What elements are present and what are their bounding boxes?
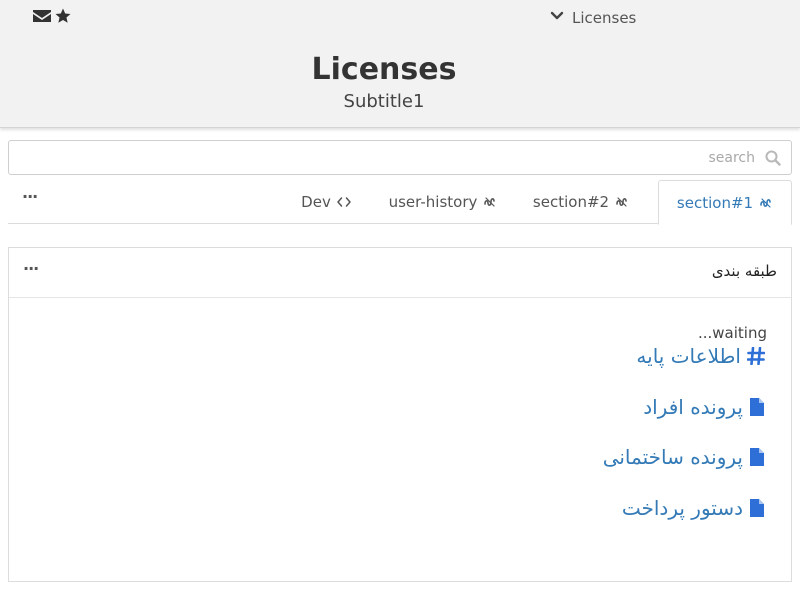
list-item-base-info[interactable]: اطلاعات پایه: [636, 344, 765, 368]
header: Licenses Licenses Subtitle1: [0, 0, 800, 128]
api-icon: [759, 196, 773, 210]
search-box: [8, 140, 792, 175]
tab-label: user-history: [388, 193, 478, 211]
list-item-payment-order[interactable]: دستور پرداخت: [622, 496, 765, 520]
envelope-icon[interactable]: [32, 6, 52, 26]
panel-title: طبقه بندی: [711, 262, 777, 280]
panel-more-icon[interactable]: ···: [23, 261, 39, 277]
category-panel: ··· طبقه بندی ...waiting اطلاعات پایه پر…: [8, 247, 792, 582]
code-icon: [337, 196, 351, 208]
star-icon[interactable]: [54, 7, 72, 25]
licenses-nav-dropdown[interactable]: Licenses: [550, 9, 636, 27]
api-icon: [483, 195, 497, 209]
search-input[interactable]: [9, 141, 791, 174]
tab-label: section#2: [532, 193, 610, 211]
tab-user-history[interactable]: user-history: [380, 180, 506, 224]
panel-header: ··· طبقه بندی: [9, 248, 791, 298]
list-item-building-file[interactable]: پرونده ساختمانی: [603, 445, 765, 469]
tab-bar: ··· Dev user-history section#2 section#1: [8, 180, 792, 225]
tabs-more-icon[interactable]: ···: [22, 189, 38, 205]
file-icon: [749, 498, 765, 518]
tab-label: section#1: [676, 193, 754, 212]
hashtag-icon: [747, 347, 765, 365]
search-icon[interactable]: [765, 150, 781, 170]
api-icon: [615, 195, 629, 209]
header-icons: [32, 6, 72, 26]
list-item-label: پرونده ساختمانی: [602, 445, 743, 469]
list-item-label: دستور پرداخت: [621, 496, 743, 520]
status-text: ...waiting: [697, 324, 767, 342]
tab-section-2[interactable]: section#2: [528, 180, 634, 224]
file-icon: [749, 447, 765, 467]
chevron-down-icon: [550, 9, 564, 27]
list-item-personnel-file[interactable]: پرونده افراد: [643, 395, 765, 419]
tab-section-1[interactable]: section#1: [658, 180, 792, 225]
file-icon: [749, 397, 765, 417]
list-item-label: پرونده افراد: [643, 395, 743, 419]
list-item-label: اطلاعات پایه: [636, 344, 741, 368]
page-title: Licenses: [311, 52, 457, 87]
tab-label: Dev: [301, 193, 331, 211]
tab-dev[interactable]: Dev: [286, 180, 366, 224]
licenses-nav-label: Licenses: [572, 9, 637, 27]
page-subtitle: Subtitle1: [343, 91, 425, 112]
